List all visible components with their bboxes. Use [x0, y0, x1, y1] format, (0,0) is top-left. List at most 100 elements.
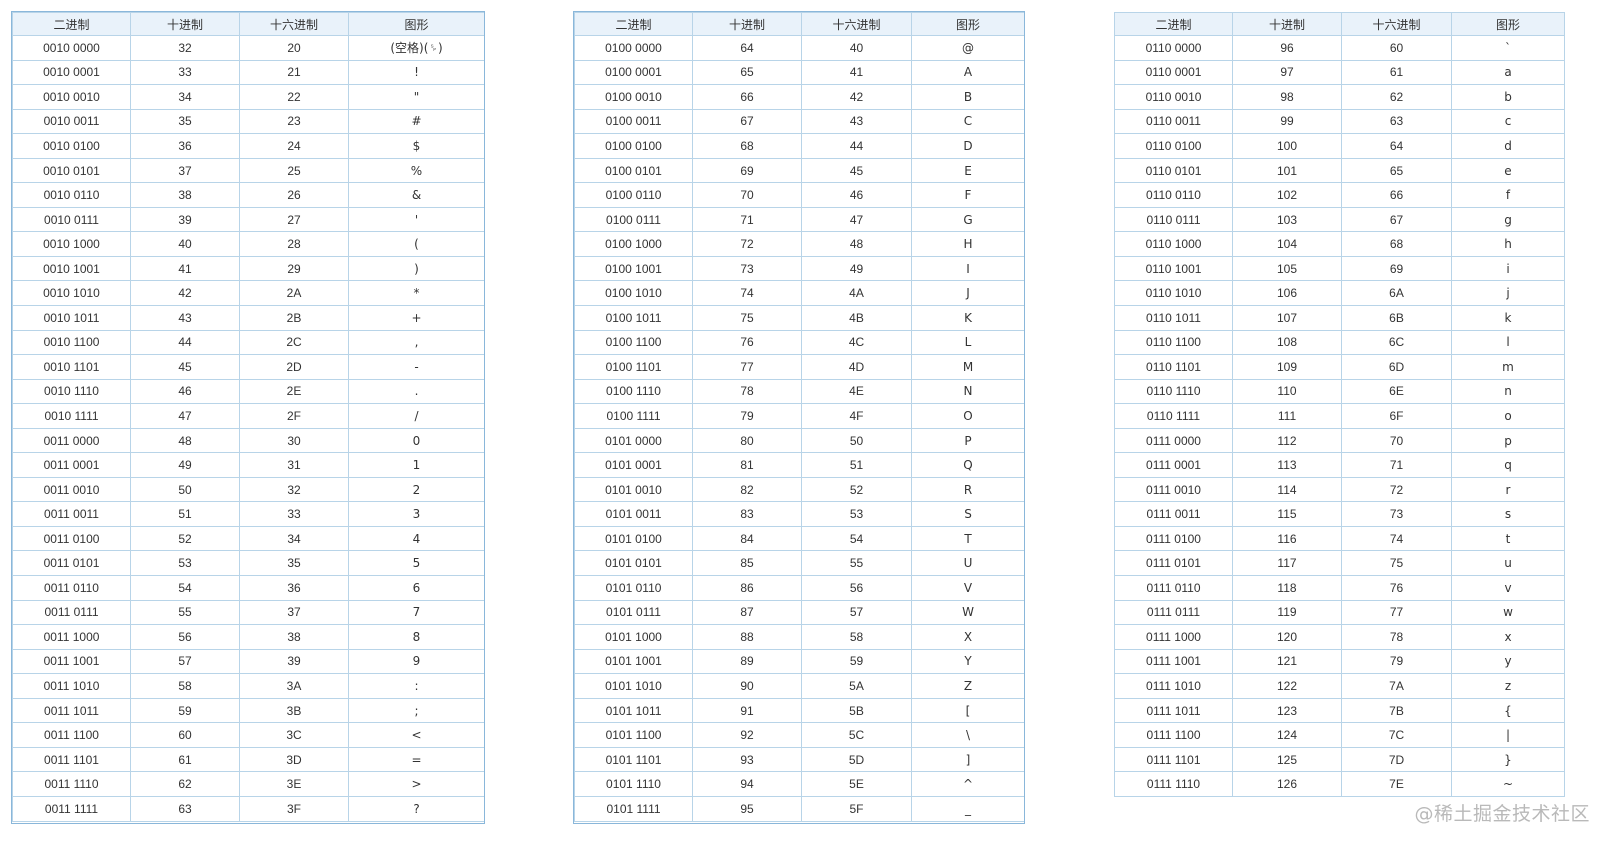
cell-decimal: 93 — [692, 746, 802, 773]
cell-hex: 42 — [801, 84, 912, 110]
cell-binary: 0101 1011 — [574, 697, 693, 724]
cell-glyph: ' — [348, 206, 485, 233]
cell-glyph: : — [348, 673, 485, 699]
cell-glyph: ] — [911, 746, 1025, 773]
cell-binary: 0011 0101 — [12, 550, 131, 577]
cell-decimal: 62 — [130, 771, 240, 797]
table-row: 0100 1011 75 4B K — [574, 305, 1025, 331]
cell-binary: 0010 0111 — [12, 206, 131, 233]
cell-binary: 0100 0101 — [574, 157, 693, 184]
cell-binary: 0110 1110 — [1114, 378, 1233, 405]
cell-binary: 0101 0110 — [574, 575, 693, 601]
cell-hex: 71 — [1341, 452, 1452, 478]
cell-hex: 43 — [801, 108, 912, 135]
table-row: 0100 0100 68 44 D — [574, 133, 1025, 159]
cell-glyph: z — [1451, 673, 1565, 699]
table-row: 0010 0010 34 22 " — [12, 84, 485, 110]
cell-binary: 0100 1011 — [574, 305, 693, 331]
cell-decimal: 118 — [1232, 575, 1342, 601]
cell-decimal: 56 — [130, 624, 240, 650]
cell-decimal: 114 — [1232, 476, 1342, 503]
cell-glyph: M — [911, 354, 1025, 380]
table-row: 0101 0011 83 53 S — [574, 501, 1025, 527]
ascii-table-96-126: 二进制 十进制 十六进制 图形 0110 0000 96 60 ` 0110 0001 9… — [1114, 12, 1565, 797]
cell-glyph: g — [1451, 206, 1565, 233]
cell-binary: 0100 1100 — [574, 329, 693, 356]
cell-glyph: v — [1451, 575, 1565, 601]
table-row: 0110 0011 99 63 c — [1114, 108, 1565, 135]
cell-glyph: A — [911, 59, 1025, 86]
cell-glyph: ( — [348, 231, 485, 257]
cell-binary: 0010 1111 — [12, 403, 131, 429]
cell-glyph: N — [911, 378, 1025, 405]
cell-decimal: 72 — [692, 231, 802, 257]
cell-hex: 4F — [801, 403, 912, 429]
cell-binary: 0101 0011 — [574, 501, 693, 527]
header-binary: 二进制 — [12, 12, 131, 36]
table-row: 0100 0000 64 40 @ — [574, 35, 1025, 61]
cell-hex: 4A — [801, 280, 912, 307]
cell-decimal: 41 — [130, 255, 240, 282]
cell-decimal: 98 — [1232, 84, 1342, 110]
cell-binary: 0011 1000 — [12, 624, 131, 650]
cell-decimal: 48 — [130, 427, 240, 454]
table-row: 0011 0001 49 31 1 — [12, 452, 485, 478]
cell-decimal: 71 — [692, 206, 802, 233]
cell-decimal: 85 — [692, 550, 802, 577]
cell-binary: 0101 1110 — [574, 771, 693, 797]
cell-glyph: X — [911, 624, 1025, 650]
table-row: 0010 0011 35 23 # — [12, 108, 485, 135]
cell-binary: 0110 1010 — [1114, 280, 1233, 307]
cell-binary: 0110 1011 — [1114, 305, 1233, 331]
cell-glyph: o — [1451, 403, 1565, 429]
cell-hex: 6D — [1341, 354, 1452, 380]
cell-glyph: u — [1451, 550, 1565, 577]
cell-decimal: 110 — [1232, 378, 1342, 405]
cell-decimal: 43 — [130, 305, 240, 331]
cell-glyph: E — [911, 157, 1025, 184]
cell-hex: 27 — [239, 206, 349, 233]
cell-hex: 6E — [1341, 378, 1452, 405]
cell-binary: 0110 0010 — [1114, 84, 1233, 110]
cell-hex: 63 — [1341, 108, 1452, 135]
cell-binary: 0100 0001 — [574, 59, 693, 86]
cell-hex: 5A — [801, 673, 912, 699]
cell-hex: 6A — [1341, 280, 1452, 307]
cell-glyph: - — [348, 354, 485, 380]
table-row: 0111 0101 117 75 u — [1114, 550, 1565, 577]
cell-glyph: 4 — [348, 525, 485, 552]
cell-decimal: 51 — [130, 501, 240, 527]
cell-decimal: 87 — [692, 599, 802, 626]
cell-decimal: 94 — [692, 771, 802, 797]
cell-decimal: 38 — [130, 182, 240, 208]
cell-glyph: 3 — [348, 501, 485, 527]
table-row: 0010 1000 40 28( — [12, 231, 485, 257]
cell-hex: 75 — [1341, 550, 1452, 577]
cell-hex: 2F — [239, 403, 349, 429]
cell-hex: 60 — [1341, 35, 1452, 61]
table-row: 0011 0111 55 37 7 — [12, 599, 485, 626]
cell-glyph: B — [911, 84, 1025, 110]
cell-hex: 2D — [239, 354, 349, 380]
cell-glyph: < — [348, 722, 485, 748]
header-decimal: 十进制 — [130, 12, 240, 36]
cell-binary: 0010 1000 — [12, 231, 131, 257]
header-decimal: 十进制 — [692, 12, 802, 36]
cell-glyph: ! — [348, 59, 485, 86]
cell-binary: 0101 1101 — [574, 746, 693, 773]
cell-hex: 47 — [801, 206, 912, 233]
cell-glyph: G — [911, 206, 1025, 233]
cell-binary: 0010 0000 — [12, 35, 131, 61]
cell-binary: 0101 0001 — [574, 452, 693, 478]
cell-decimal: 91 — [692, 697, 802, 724]
table-row: 0100 1110 78 4E N — [574, 378, 1025, 405]
cell-binary: 0010 0101 — [12, 157, 131, 184]
cell-hex: 5D — [801, 746, 912, 773]
cell-glyph: = — [348, 746, 485, 773]
cell-hex: 49 — [801, 255, 912, 282]
cell-hex: 37 — [239, 599, 349, 626]
cell-hex: 3F — [239, 795, 349, 822]
cell-glyph: h — [1451, 231, 1565, 257]
cell-hex: 3E — [239, 771, 349, 797]
cell-hex: 7E — [1341, 771, 1452, 797]
